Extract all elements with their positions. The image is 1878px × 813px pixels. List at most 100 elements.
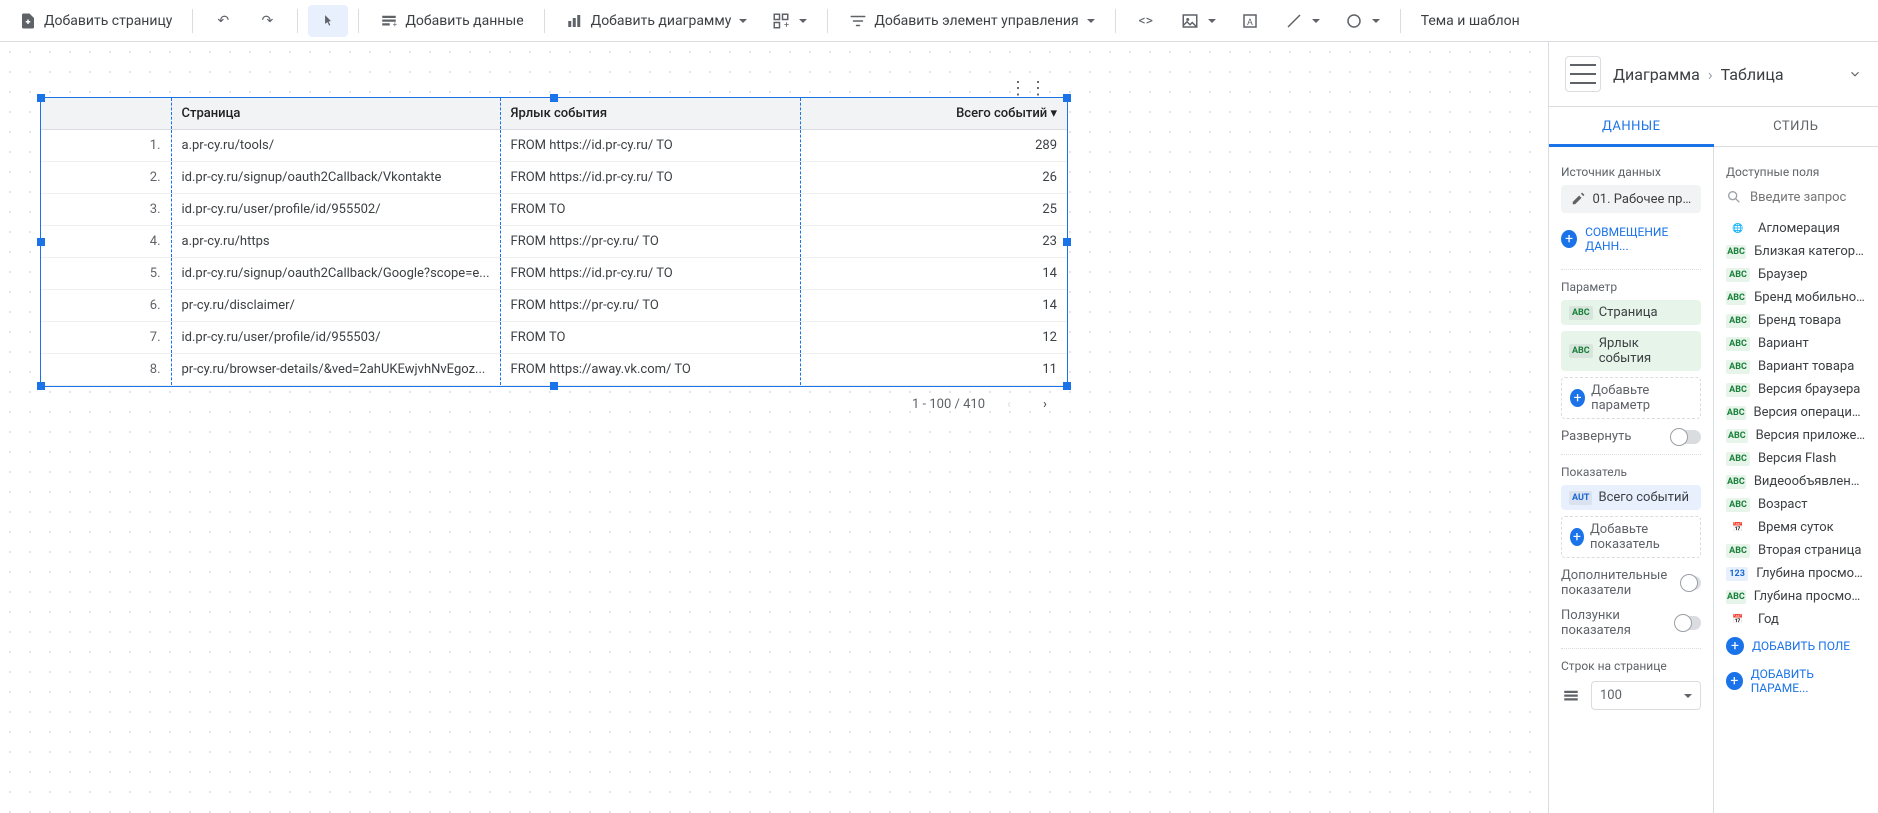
extra-metrics-toggle[interactable] (1681, 576, 1701, 590)
datasource-name: 01. Рабочее пред... (1592, 192, 1693, 207)
available-field[interactable]: ABCБренд товара (1726, 309, 1866, 332)
available-field[interactable]: ABCВерсия Flash (1726, 447, 1866, 470)
separator (1400, 9, 1401, 33)
available-field[interactable]: 123Глубина просмотра (1726, 562, 1866, 585)
blend-data-button[interactable]: + СОВМЕЩЕНИЕ ДАНН... (1561, 219, 1701, 259)
available-field[interactable]: ABCБлизкая категория (... (1726, 240, 1866, 263)
chevron-down-icon (1312, 19, 1320, 23)
field-name: Видеообъявление Tr... (1754, 474, 1866, 489)
cell-page: pr-cy.ru/disclaimer/ (171, 290, 500, 322)
rows-per-page-select[interactable]: 100 (1591, 681, 1701, 710)
table-type-icon[interactable] (1565, 56, 1601, 92)
community-viz-button[interactable]: + (761, 5, 817, 37)
col-event-label[interactable]: Ярлык события (500, 98, 800, 130)
row-index: 3. (41, 194, 171, 226)
table-pagination: 1 - 100 / 410 ‹ › (41, 386, 1067, 422)
metric-chip[interactable]: AUTВсего событий (1561, 485, 1701, 510)
text-icon: A (1240, 11, 1260, 31)
selected-table-chart[interactable]: ⋮⋮ Страница Ярлык события В (40, 97, 1068, 387)
pointer-icon (318, 11, 338, 31)
tab-data[interactable]: ДАННЫЕ (1549, 107, 1714, 146)
theme-button[interactable]: Тема и шаблон (1411, 7, 1530, 35)
add-parameter-button[interactable]: +ДОБАВИТЬ ПАРАМЕ... (1726, 661, 1866, 701)
dimension-chip[interactable]: ABCСтраница (1561, 300, 1701, 325)
add-data-button[interactable]: + Добавить данные (369, 5, 533, 37)
add-page-label: Добавить страницу (44, 13, 172, 29)
resize-handle[interactable] (37, 238, 45, 246)
add-dimension-button[interactable]: +Добавьте параметр (1561, 377, 1701, 419)
resize-handle[interactable] (550, 94, 558, 102)
available-field[interactable]: ABCБраузер (1726, 263, 1866, 286)
embed-button[interactable]: <> (1126, 5, 1166, 37)
dimension-label: Параметр (1561, 280, 1701, 294)
add-page-icon (18, 11, 38, 31)
panel-tabs: ДАННЫЕ СТИЛЬ (1549, 107, 1878, 147)
resize-handle[interactable] (1063, 94, 1071, 102)
community-icon: + (771, 11, 791, 31)
field-name: Бренд мобильного у... (1754, 290, 1866, 305)
dimension-chip[interactable]: ABCЯрлык события (1561, 331, 1701, 371)
svg-text:A: A (1247, 17, 1253, 27)
available-field[interactable]: ABCВозраст (1726, 493, 1866, 516)
resize-handle[interactable] (1063, 382, 1071, 390)
field-search-input[interactable] (1750, 190, 1878, 205)
text-button[interactable]: A (1230, 5, 1270, 37)
datasource-chip[interactable]: 01. Рабочее пред... (1561, 185, 1701, 213)
line-button[interactable] (1274, 5, 1330, 37)
available-field[interactable]: ABCВерсия браузера (1726, 378, 1866, 401)
col-page[interactable]: Страница (171, 98, 500, 130)
add-chart-label: Добавить диаграмму (591, 13, 732, 29)
available-field[interactable]: ABCВерсия приложения (1726, 424, 1866, 447)
available-fields-label: Доступные поля (1726, 165, 1866, 179)
expand-toggle[interactable] (1671, 430, 1701, 444)
field-name: Версия операционно... (1754, 405, 1867, 420)
available-field[interactable]: 📅Год (1726, 608, 1866, 631)
available-field[interactable]: 📅Время суток (1726, 516, 1866, 539)
shape-button[interactable] (1334, 5, 1390, 37)
add-metric-button[interactable]: +Добавьте показатель (1561, 516, 1701, 558)
drag-handle-icon[interactable]: ⋮⋮ (1009, 78, 1049, 99)
col-total[interactable]: Всего событий ▾ (800, 98, 1067, 130)
image-button[interactable] (1170, 5, 1226, 37)
line-icon (1284, 11, 1304, 31)
tab-style[interactable]: СТИЛЬ (1714, 107, 1878, 146)
available-field[interactable]: 🌐Агломерация (1726, 217, 1866, 240)
cell-page: id.pr-cy.ru/user/profile/id/955503/ (171, 322, 500, 354)
report-canvas[interactable]: ⋮⋮ Страница Ярлык события В (0, 42, 1548, 813)
resize-handle[interactable] (37, 382, 45, 390)
row-index: 1. (41, 130, 171, 162)
chevron-down-icon (799, 19, 807, 23)
theme-label: Тема и шаблон (1421, 13, 1520, 29)
add-field-button[interactable]: +ДОБАВИТЬ ПОЛЕ (1726, 631, 1866, 661)
metric-sliders-toggle[interactable] (1675, 616, 1701, 630)
available-field[interactable]: ABCВариант (1726, 332, 1866, 355)
add-chart-button[interactable]: Добавить диаграмму (555, 5, 758, 37)
available-field[interactable]: ABCВидеообъявление Tr... (1726, 470, 1866, 493)
available-field[interactable]: ABCБренд мобильного у... (1726, 286, 1866, 309)
panel-title-1: Диаграмма (1613, 65, 1700, 84)
available-field[interactable]: ABCВариант товара (1726, 355, 1866, 378)
available-field[interactable]: ABCГлубина просмотра (... (1726, 585, 1866, 608)
separator (297, 9, 298, 33)
edit-datasource-icon[interactable] (1569, 189, 1586, 209)
resize-handle[interactable] (37, 94, 45, 102)
available-field[interactable]: ABCВторая страница (1726, 539, 1866, 562)
resize-handle[interactable] (550, 382, 558, 390)
expand-icon[interactable] (1848, 67, 1862, 81)
redo-button[interactable]: ↷ (247, 5, 287, 37)
separator (827, 9, 828, 33)
field-search[interactable] (1726, 185, 1866, 209)
select-tool-button[interactable] (308, 5, 348, 37)
available-field[interactable]: ABCВерсия операционно... (1726, 401, 1866, 424)
add-page-button[interactable]: Добавить страницу (8, 5, 182, 37)
field-name: Вариант (1758, 336, 1809, 351)
field-name: Время суток (1758, 520, 1834, 535)
filter-icon (848, 11, 868, 31)
row-index: 2. (41, 162, 171, 194)
resize-handle[interactable] (1063, 238, 1071, 246)
next-page-button[interactable]: › (1033, 392, 1057, 416)
add-control-button[interactable]: Добавить элемент управления (838, 5, 1104, 37)
plus-icon: + (1726, 637, 1744, 655)
prev-page-button[interactable]: ‹ (997, 392, 1021, 416)
undo-button[interactable]: ↶ (203, 5, 243, 37)
